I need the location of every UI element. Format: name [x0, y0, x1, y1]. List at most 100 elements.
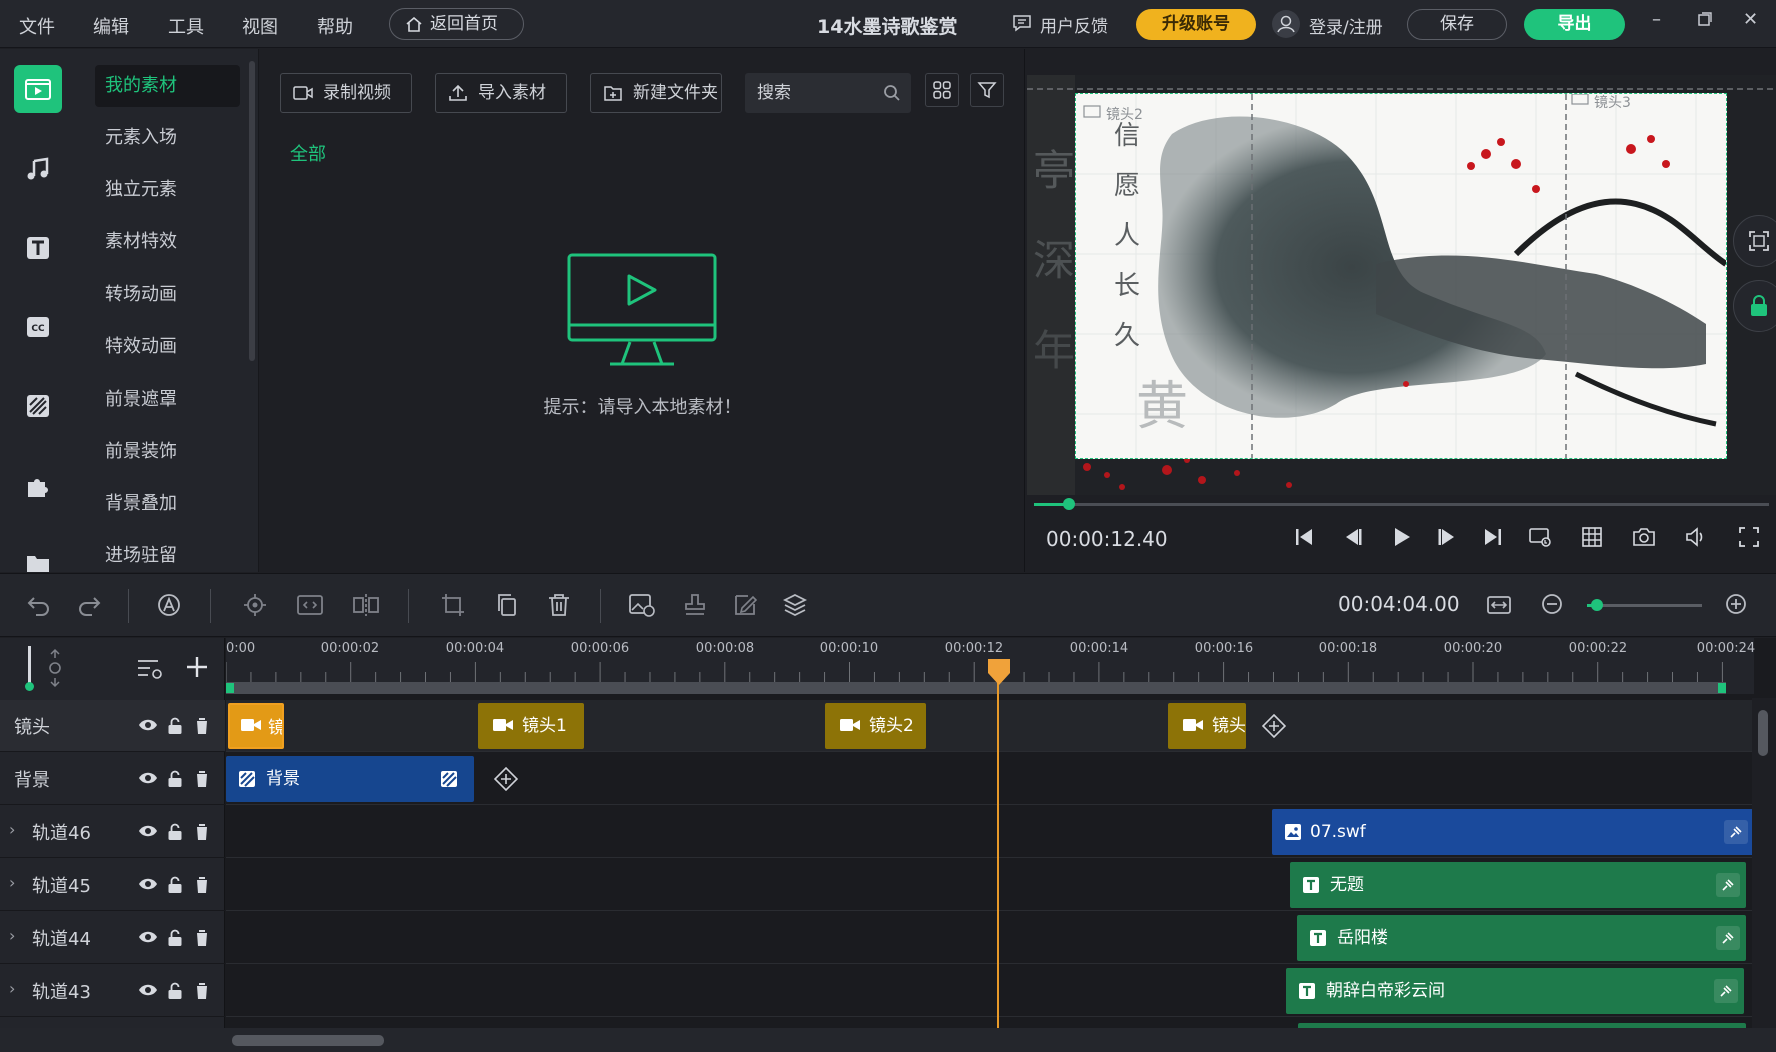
save-button[interactable]: 保存 — [1407, 9, 1507, 40]
image-clip[interactable]: 07.swf — [1272, 809, 1754, 855]
zoom-in-icon[interactable] — [1724, 592, 1748, 616]
lock-track-icon[interactable] — [167, 770, 183, 788]
horizontal-scroll-thumb[interactable] — [232, 1035, 384, 1046]
visibility-eye-icon[interactable] — [138, 929, 158, 945]
expand-chevron-icon[interactable]: › — [9, 926, 15, 945]
lock-track-icon[interactable] — [167, 876, 183, 894]
text-style-icon[interactable] — [156, 592, 182, 618]
fullscreen-icon[interactable] — [1738, 526, 1760, 548]
add-keyframe-icon[interactable] — [1262, 714, 1286, 738]
delete-track-icon[interactable] — [194, 823, 210, 841]
text-clip[interactable]: 岳阳楼 — [1297, 915, 1746, 961]
new-folder-button[interactable]: 新建文件夹 — [590, 73, 722, 113]
animation-pin-icon[interactable] — [1716, 873, 1740, 897]
track-header-46[interactable]: › 轨道46 — [0, 806, 225, 858]
lock-canvas-button[interactable] — [1733, 280, 1776, 332]
work-area-start-handle[interactable] — [226, 683, 234, 693]
zoom-out-icon[interactable] — [1540, 592, 1564, 616]
replace-image-icon[interactable] — [628, 592, 656, 618]
lock-track-icon[interactable] — [167, 717, 183, 735]
timeline-vertical-scrollbar[interactable] — [1752, 698, 1776, 1052]
lane-42-partial[interactable] — [226, 1018, 1754, 1028]
locate-icon[interactable] — [242, 592, 268, 618]
delete-icon[interactable] — [546, 592, 572, 618]
visibility-eye-icon[interactable] — [138, 717, 158, 733]
media-library-icon[interactable] — [14, 65, 62, 113]
export-button[interactable]: 导出 — [1524, 9, 1625, 40]
minimize-icon[interactable]: – — [1652, 9, 1661, 30]
delete-track-icon[interactable] — [194, 929, 210, 947]
camera-clip[interactable]: 镜头2 — [825, 703, 926, 749]
add-track-icon[interactable] — [184, 654, 210, 680]
animation-pin-icon[interactable] — [1724, 820, 1748, 844]
delete-track-icon[interactable] — [194, 717, 210, 735]
lock-track-icon[interactable] — [167, 982, 183, 1000]
skip-to-end-icon[interactable] — [1482, 526, 1504, 548]
expand-chevron-icon[interactable]: › — [9, 873, 15, 892]
maximize-icon[interactable] — [1698, 10, 1712, 31]
zoom-scale-icon[interactable] — [44, 648, 66, 688]
text-clip[interactable]: 无题 — [1290, 862, 1746, 908]
lane-camera[interactable]: 镜 镜头1 镜头2 镜头 — [226, 700, 1754, 752]
track-header-background[interactable]: 背景 — [0, 753, 225, 805]
vertical-scroll-thumb[interactable] — [1758, 710, 1768, 756]
playhead-handle[interactable] — [986, 657, 1012, 687]
next-frame-icon[interactable] — [1436, 526, 1458, 548]
lane-44[interactable]: 岳阳楼 — [226, 912, 1754, 964]
category-background-overlay[interactable]: 背景叠加 — [95, 483, 240, 525]
work-area-end-handle[interactable] — [1718, 683, 1726, 693]
zoom-slider[interactable] — [1587, 599, 1702, 611]
play-icon[interactable] — [1391, 526, 1413, 548]
timeline-zoom-bar[interactable] — [28, 646, 31, 684]
category-effect-animation[interactable]: 特效动画 — [95, 326, 240, 368]
timeline-horizontal-scrollbar[interactable] — [0, 1028, 1776, 1052]
screen-record-icon[interactable] — [1528, 526, 1552, 548]
skip-to-start-icon[interactable] — [1293, 526, 1315, 548]
layers-icon[interactable] — [782, 592, 808, 618]
fit-screen-button[interactable] — [1733, 215, 1776, 267]
grid-icon[interactable] — [1581, 526, 1603, 548]
grid-view-button[interactable] — [925, 73, 959, 107]
lane-45[interactable]: 无题 — [226, 859, 1754, 911]
menu-view[interactable]: 视图 — [242, 13, 278, 39]
preview-canvas[interactable]: 信 愿 人 长 久 黄 镜头2 镜头3 — [1075, 93, 1727, 459]
redo-icon[interactable] — [76, 592, 102, 618]
track-header-45[interactable]: › 轨道45 — [0, 859, 225, 911]
filter-tab-all[interactable]: 全部 — [290, 140, 326, 166]
timeline-zoom-knob[interactable] — [25, 682, 34, 691]
edit-icon[interactable] — [732, 592, 758, 618]
category-element-entrance[interactable]: 元素入场 — [95, 117, 240, 159]
preview-scrubber-handle[interactable] — [1063, 498, 1076, 510]
track-header-43[interactable]: › 轨道43 — [0, 965, 225, 1017]
volume-icon[interactable] — [1684, 526, 1708, 548]
camera-clip[interactable]: 镜 — [228, 703, 284, 749]
category-transition[interactable]: 转场动画 — [95, 274, 240, 316]
preview-scrubber[interactable] — [1034, 498, 1769, 510]
visibility-eye-icon[interactable] — [138, 982, 158, 998]
subtitle-icon[interactable]: CC — [14, 303, 62, 351]
text-icon[interactable] — [14, 224, 62, 272]
delete-track-icon[interactable] — [194, 982, 210, 1000]
visibility-eye-icon[interactable] — [138, 823, 158, 839]
track-settings-icon[interactable] — [136, 656, 164, 680]
delete-track-icon[interactable] — [194, 876, 210, 894]
camera-clip[interactable]: 镜头 — [1168, 703, 1246, 749]
import-media-button[interactable]: 导入素材 — [435, 73, 567, 113]
upgrade-button[interactable]: 升级账号 — [1136, 9, 1256, 40]
visibility-eye-icon[interactable] — [138, 770, 158, 786]
work-area-bar[interactable] — [226, 682, 1726, 694]
lock-track-icon[interactable] — [167, 823, 183, 841]
category-my-media[interactable]: 我的素材 — [95, 65, 240, 107]
lane-43[interactable]: 朝辞白帝彩云间 — [226, 965, 1754, 1017]
close-icon[interactable]: ✕ — [1743, 9, 1758, 30]
copy-icon[interactable] — [494, 592, 520, 618]
animation-pin-icon[interactable] — [1714, 979, 1738, 1003]
mask-icon[interactable] — [14, 382, 62, 430]
lock-track-icon[interactable] — [167, 929, 183, 947]
expand-chevron-icon[interactable]: › — [9, 820, 15, 839]
split-icon[interactable] — [352, 592, 380, 618]
code-icon[interactable] — [296, 592, 324, 618]
search-icon[interactable] — [883, 84, 901, 102]
menu-help[interactable]: 帮助 — [317, 13, 353, 39]
home-button[interactable]: 返回首页 — [389, 8, 524, 40]
